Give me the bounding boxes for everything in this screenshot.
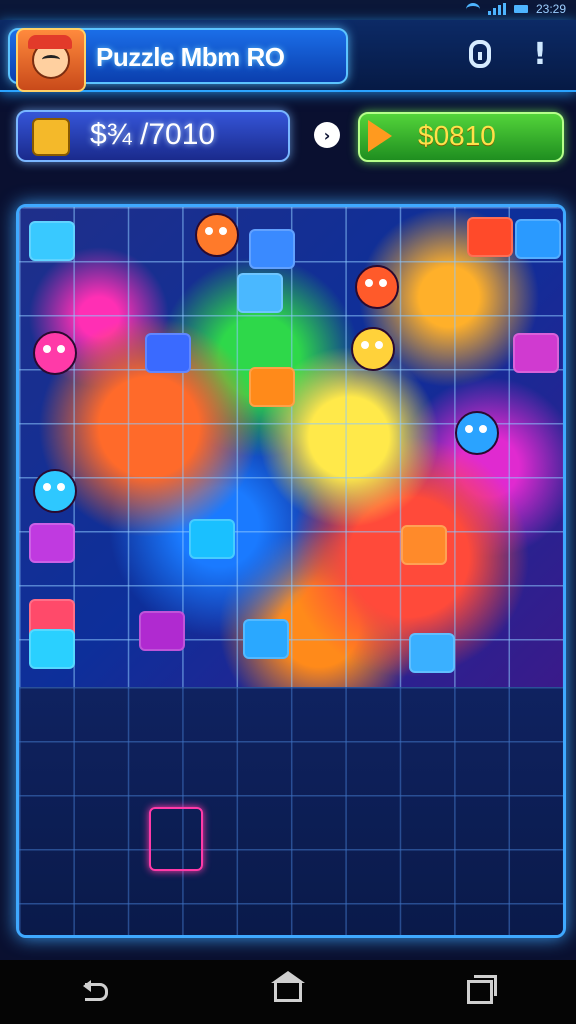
puzzle-piece[interactable] [249, 229, 295, 269]
avatar-character-icon [28, 35, 72, 79]
puzzle-piece[interactable] [409, 633, 455, 673]
puzzle-piece[interactable] [513, 333, 559, 373]
battery-icon [513, 5, 528, 13]
character-piece[interactable] [455, 411, 499, 455]
title-banner: Puzzle Mbm RO [8, 28, 348, 92]
puzzle-piece[interactable] [401, 525, 447, 565]
play-button-value: $0810 [418, 120, 496, 151]
puzzle-piece[interactable] [237, 273, 283, 313]
recent-apps-icon [467, 975, 497, 1004]
character-piece[interactable] [33, 331, 77, 375]
play-icon [368, 120, 392, 152]
puzzle-piece[interactable] [515, 219, 561, 259]
system-nav-bar [0, 960, 576, 1024]
puzzle-piece[interactable] [249, 367, 295, 407]
play-button[interactable]: $0810 [358, 112, 564, 162]
home-icon [271, 970, 305, 1002]
header: Puzzle Mbm RO ! [0, 20, 576, 92]
back-button[interactable] [76, 977, 116, 1007]
home-button[interactable] [268, 970, 308, 1007]
next-button[interactable]: › [314, 122, 340, 148]
status-icons: 23:29 [465, 2, 566, 16]
alert-button[interactable]: ! [522, 34, 558, 74]
character-piece[interactable] [355, 265, 399, 309]
wifi-icon [465, 2, 480, 16]
character-piece[interactable] [33, 469, 77, 513]
puzzle-piece[interactable] [29, 523, 75, 563]
status-time: 23:29 [535, 2, 566, 16]
empty-grid-lines [19, 687, 563, 935]
character-piece[interactable] [351, 327, 395, 371]
character-piece[interactable] [195, 213, 239, 257]
puzzle-board[interactable] [16, 204, 566, 938]
recent-apps-button[interactable] [460, 975, 500, 1007]
coin-chest-icon [32, 118, 70, 156]
avatar[interactable] [16, 28, 86, 92]
lock-button[interactable] [462, 34, 498, 74]
coin-balance-value: $¾ /7010 [90, 118, 216, 151]
puzzle-piece[interactable] [29, 221, 75, 261]
piece-outline-target[interactable] [149, 807, 203, 871]
puzzle-piece[interactable] [29, 629, 75, 669]
status-bar: 23:29 [0, 0, 576, 20]
signal-icon [487, 3, 506, 15]
back-icon [82, 980, 108, 1001]
puzzle-piece[interactable] [139, 611, 185, 651]
alert-icon: ! [533, 36, 547, 72]
puzzle-piece[interactable] [467, 217, 513, 257]
lock-icon [469, 40, 491, 68]
chevron-right-icon: › [323, 125, 331, 145]
game-title: Puzzle Mbm RO [96, 42, 285, 72]
coin-balance[interactable]: $¾ /7010 [16, 110, 290, 162]
puzzle-piece[interactable] [243, 619, 289, 659]
puzzle-piece[interactable] [145, 333, 191, 373]
puzzle-piece[interactable] [189, 519, 235, 559]
